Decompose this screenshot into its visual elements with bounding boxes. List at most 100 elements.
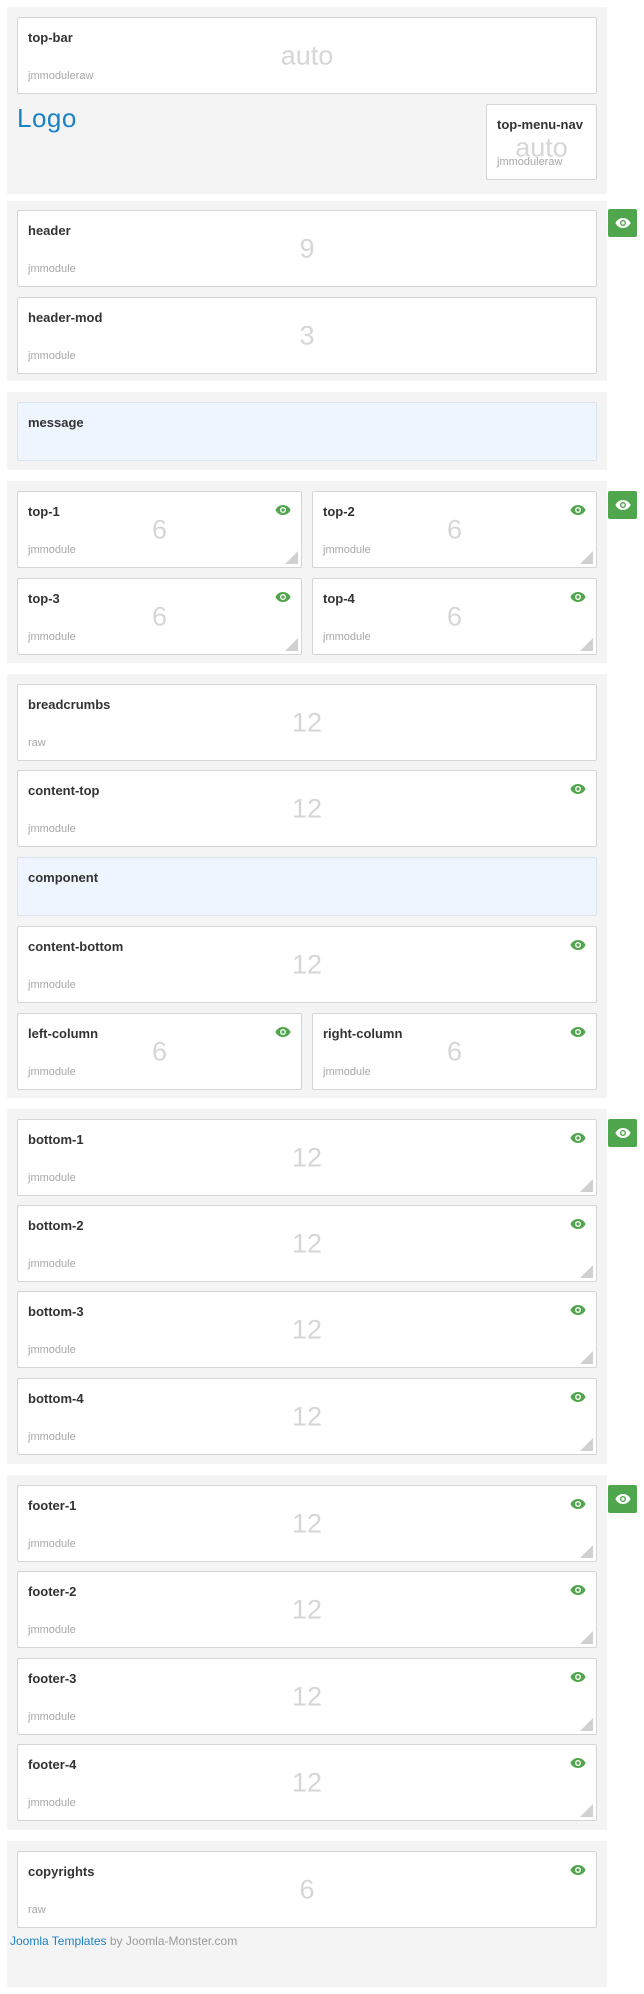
module-style: raw [28, 1904, 46, 1916]
module-style: jmmodule [28, 544, 76, 556]
position-top-bar[interactable]: top-bar auto jmmoduleraw [17, 17, 597, 94]
module-style: jmmodule [28, 1344, 76, 1356]
position-width: 12 [291, 707, 323, 737]
resize-handle-icon[interactable] [580, 551, 593, 564]
section-bottom: bottom-1 12 jmmodule bottom-2 12 jmmodul… [7, 1109, 607, 1464]
footer-credit-text: by Joomla-Monster.com [106, 1934, 238, 1948]
joomla-templates-link[interactable]: Joomla Templates [10, 1934, 107, 1948]
position-footer-3[interactable]: footer-3 12 jmmodule [17, 1658, 597, 1735]
position-name: message [28, 415, 84, 430]
resize-handle-icon[interactable] [580, 1265, 593, 1278]
module-style: jmmodule [28, 1431, 76, 1443]
position-width: 3 [299, 320, 315, 350]
eye-icon [615, 1493, 631, 1505]
resize-handle-icon[interactable] [285, 638, 298, 651]
position-width: 12 [291, 793, 323, 823]
module-style: raw [28, 737, 46, 749]
position-footer-4[interactable]: footer-4 12 jmmodule [17, 1744, 597, 1821]
resize-handle-icon[interactable] [580, 1351, 593, 1364]
section-copyrights: copyrights 6 raw [7, 1841, 607, 1987]
position-width: 12 [291, 1401, 323, 1431]
section-visibility-eye-icon[interactable] [608, 491, 637, 519]
position-name: top-menu-nav [497, 117, 583, 132]
position-width: 12 [291, 1508, 323, 1538]
module-style: jmmodule [28, 1172, 76, 1184]
eye-icon [615, 217, 631, 229]
position-content-top[interactable]: content-top 12 jmmodule [17, 770, 597, 847]
footer-credit: Joomla Templates by Joomla-Monster.com [10, 1934, 237, 1948]
resize-handle-icon[interactable] [580, 638, 593, 651]
section-visibility-eye-icon[interactable] [608, 1119, 637, 1147]
module-style: jmmodule [28, 823, 76, 835]
section-visibility-eye-icon[interactable] [608, 1485, 637, 1513]
position-top-1[interactable]: top-1 6 jmmodule [17, 491, 302, 568]
position-copyrights[interactable]: copyrights 6 raw [17, 1851, 597, 1928]
position-left-column[interactable]: left-column 6 jmmodule [17, 1013, 302, 1090]
position-width: 6 [299, 1874, 315, 1904]
resize-handle-icon[interactable] [580, 1631, 593, 1644]
position-width: 6 [446, 601, 463, 631]
module-style: jmmodule [28, 1066, 76, 1078]
module-style: jmmodule [28, 263, 76, 275]
position-top-2[interactable]: top-2 6 jmmodule [312, 491, 597, 568]
position-name: component [28, 870, 99, 885]
section-footer: footer-1 12 jmmodule footer-2 12 jmmodul… [7, 1475, 607, 1830]
position-top-menu-nav[interactable]: top-menu-nav auto jmmoduleraw [486, 104, 597, 180]
position-top-4[interactable]: top-4 6 jmmodule [312, 578, 597, 655]
section-message: message [7, 392, 607, 470]
module-style: jmmodule [28, 1624, 76, 1636]
module-style: jmmodule [28, 1258, 76, 1270]
resize-handle-icon[interactable] [580, 1179, 593, 1192]
position-width: 12 [291, 1228, 323, 1258]
module-style: jmmoduleraw [28, 70, 94, 82]
position-content-bottom[interactable]: content-bottom 12 jmmodule [17, 926, 597, 1003]
module-style: jmmodule [323, 1066, 371, 1078]
resize-handle-icon[interactable] [580, 1718, 593, 1731]
position-footer-2[interactable]: footer-2 12 jmmodule [17, 1571, 597, 1648]
module-style: jmmodule [28, 631, 76, 643]
section-header: header 9 jmmodule header-mod 3 jmmodule [7, 201, 607, 381]
resize-handle-icon[interactable] [580, 1804, 593, 1817]
module-style: jmmodule [28, 979, 76, 991]
position-width: 6 [151, 1036, 168, 1066]
position-component[interactable]: component [17, 857, 597, 916]
section-visibility-eye-icon[interactable] [608, 209, 637, 237]
logo: Logo [17, 103, 77, 133]
resize-handle-icon[interactable] [580, 1438, 593, 1451]
section-main: breadcrumbs 12 raw content-top 12 jmmodu… [7, 674, 607, 1098]
position-header-mod[interactable]: header-mod 3 jmmodule [17, 297, 597, 374]
position-width: 12 [291, 1314, 323, 1344]
position-bottom-1[interactable]: bottom-1 12 jmmodule [17, 1119, 597, 1196]
resize-handle-icon[interactable] [580, 1545, 593, 1558]
module-style: jmmodule [28, 1711, 76, 1723]
position-top-3[interactable]: top-3 6 jmmodule [17, 578, 302, 655]
position-width: 9 [299, 233, 315, 263]
position-bottom-3[interactable]: bottom-3 12 jmmodule [17, 1291, 597, 1368]
position-width: 6 [446, 1036, 463, 1066]
position-width: 12 [291, 949, 323, 979]
module-style: jmmodule [323, 631, 371, 643]
position-width: 6 [151, 514, 168, 544]
position-width: 6 [446, 514, 463, 544]
position-width: 12 [291, 1594, 323, 1624]
position-breadcrumbs[interactable]: breadcrumbs 12 raw [17, 684, 597, 761]
position-message[interactable]: message [17, 402, 597, 461]
eye-icon [615, 499, 631, 511]
resize-handle-icon[interactable] [285, 551, 298, 564]
position-bottom-2[interactable]: bottom-2 12 jmmodule [17, 1205, 597, 1282]
section-top: top-1 6 jmmodule top-2 6 jmmodule top-3 … [7, 481, 607, 663]
position-right-column[interactable]: right-column 6 jmmodule [312, 1013, 597, 1090]
position-bottom-4[interactable]: bottom-4 12 jmmodule [17, 1378, 597, 1455]
module-style: jmmodule [28, 350, 76, 362]
module-style: jmmoduleraw [497, 156, 563, 168]
module-style: jmmodule [28, 1538, 76, 1550]
position-width: 12 [291, 1767, 323, 1797]
position-width: auto [280, 40, 334, 70]
position-width: 12 [291, 1681, 323, 1711]
position-footer-1[interactable]: footer-1 12 jmmodule [17, 1485, 597, 1562]
position-width: 6 [151, 601, 168, 631]
section-top-bar: top-bar auto jmmoduleraw Logo top-menu-n… [7, 7, 607, 194]
position-header[interactable]: header 9 jmmodule [17, 210, 597, 287]
module-style: jmmodule [28, 1797, 76, 1809]
module-style: jmmodule [323, 544, 371, 556]
